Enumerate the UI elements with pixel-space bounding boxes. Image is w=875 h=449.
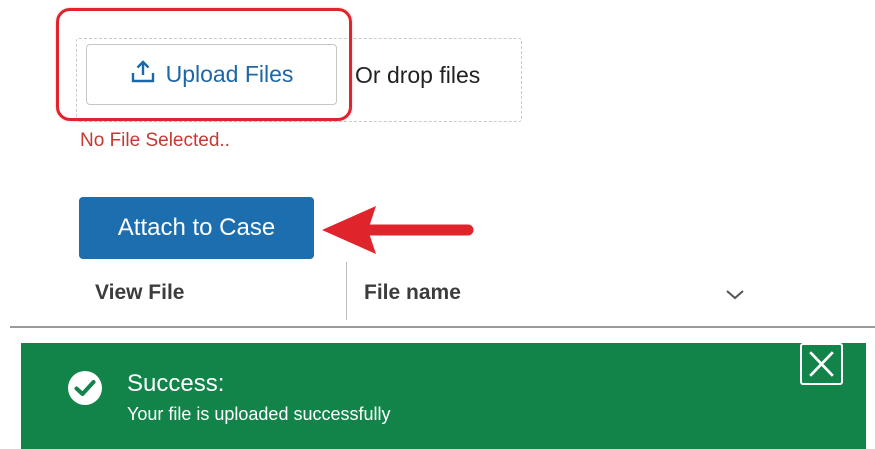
table-header-divider bbox=[10, 326, 875, 328]
success-toast: Success: Your file is uploaded successfu… bbox=[21, 343, 866, 449]
column-divider bbox=[346, 262, 347, 320]
toast-close-button[interactable] bbox=[800, 343, 843, 385]
attach-to-case-label: Attach to Case bbox=[117, 214, 276, 241]
attach-to-case-button[interactable]: Attach to Case bbox=[79, 197, 314, 259]
file-status-text: No File Selected.. bbox=[80, 130, 230, 151]
page: Upload Files Or drop files No File Selec… bbox=[0, 0, 875, 449]
drop-files-hint: Or drop files bbox=[355, 62, 481, 88]
annotation-highlight-box bbox=[56, 8, 352, 121]
toast-message: Your file is uploaded successfully bbox=[127, 404, 391, 424]
column-header-file-name[interactable]: File name bbox=[364, 281, 461, 305]
chevron-down-icon[interactable] bbox=[724, 285, 746, 303]
close-icon bbox=[809, 351, 834, 377]
annotation-arrow-icon bbox=[322, 206, 474, 254]
column-header-view-file[interactable]: View File bbox=[95, 281, 185, 305]
toast-title: Success: bbox=[127, 370, 225, 397]
check-circle-icon bbox=[68, 371, 102, 405]
